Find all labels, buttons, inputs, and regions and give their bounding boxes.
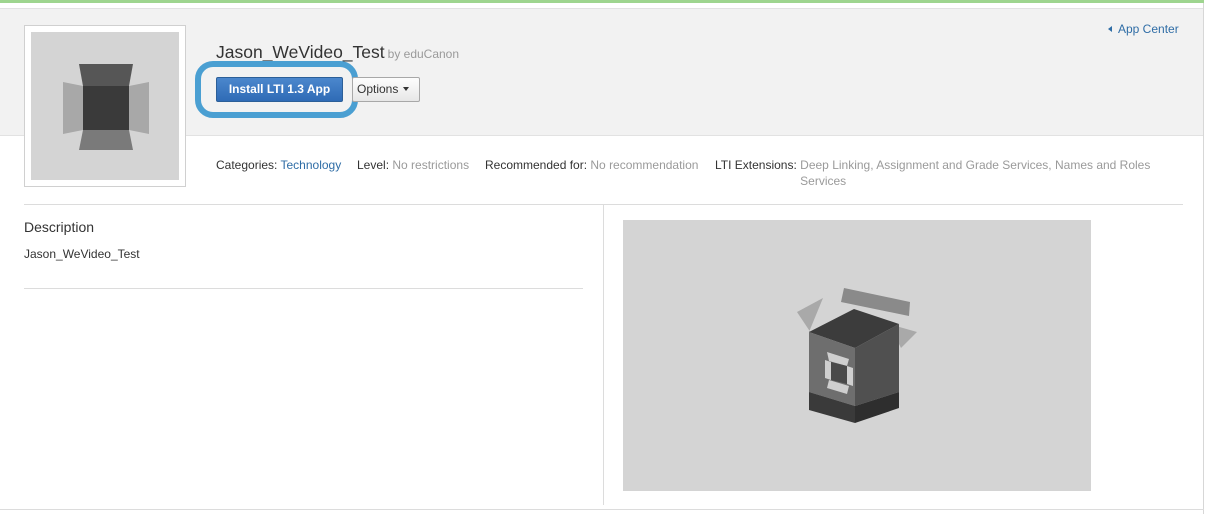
description-heading: Description bbox=[24, 219, 95, 235]
recommended-value: No recommendation bbox=[590, 158, 699, 172]
meta-lti-extensions: LTI Extensions: Deep Linking, Assignment… bbox=[715, 157, 1152, 189]
category-technology-link[interactable]: Technology bbox=[281, 158, 342, 172]
app-thumbnail bbox=[24, 25, 186, 187]
install-app-button[interactable]: Install LTI 1.3 App bbox=[216, 77, 343, 102]
app-title: Jason_WeVideo_Test by eduCanon bbox=[216, 42, 459, 63]
recommended-label: Recommended for: bbox=[485, 158, 588, 172]
caret-down-icon bbox=[403, 87, 410, 91]
app-publisher: by eduCanon bbox=[387, 47, 460, 61]
app-name: Jason_WeVideo_Test bbox=[216, 42, 385, 62]
meta-level: Level: No restrictions bbox=[357, 157, 469, 173]
app-screenshot bbox=[623, 220, 1091, 491]
categories-label: Categories: bbox=[216, 158, 278, 172]
meta-categories: Categories: Technology bbox=[216, 157, 341, 173]
description-text: Jason_WeVideo_Test bbox=[24, 247, 140, 261]
app-center-label: App Center bbox=[1118, 22, 1179, 36]
chevron-left-icon bbox=[1108, 26, 1112, 32]
level-value: No restrictions bbox=[392, 158, 470, 172]
lti-extensions-value: Deep Linking, Assignment and Grade Servi… bbox=[800, 158, 1151, 188]
description-divider bbox=[24, 288, 583, 289]
column-divider bbox=[603, 205, 604, 505]
meta-recommended: Recommended for: No recommendation bbox=[485, 157, 698, 173]
options-dropdown-button[interactable]: Options bbox=[352, 77, 420, 102]
app-center-link[interactable]: App Center bbox=[1108, 22, 1179, 36]
app-box-icon bbox=[31, 32, 179, 180]
options-label: Options bbox=[357, 82, 399, 96]
lti-extensions-label: LTI Extensions: bbox=[715, 158, 797, 172]
panel-bottom-border bbox=[0, 509, 1204, 510]
open-box-icon bbox=[797, 288, 917, 423]
level-label: Level: bbox=[357, 158, 390, 172]
